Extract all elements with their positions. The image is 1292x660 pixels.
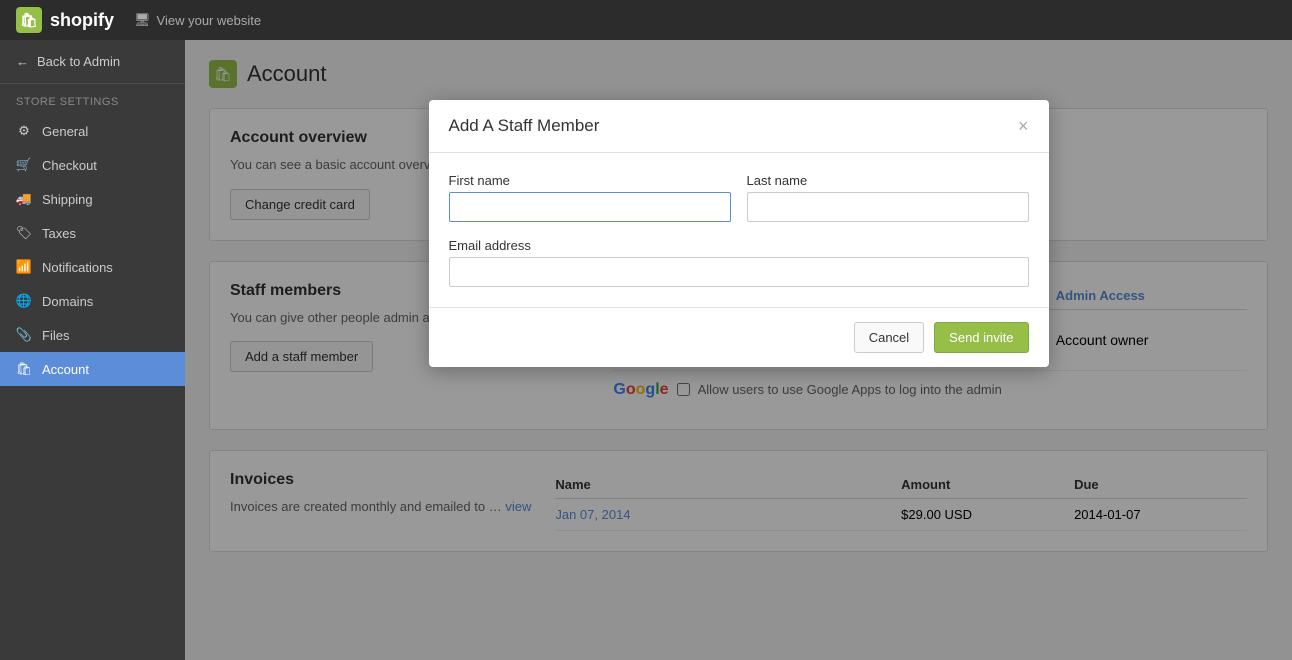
email-group: Email address — [449, 238, 1029, 287]
modal-header: Add A Staff Member × — [429, 100, 1049, 153]
last-name-group: Last name — [747, 173, 1029, 222]
store-settings-label: STORE SETTINGS — [0, 84, 185, 114]
first-name-label: First name — [449, 173, 731, 188]
shopify-bag-icon: 🛍 — [16, 7, 42, 33]
sidebar-item-label: Files — [42, 328, 69, 343]
gear-icon: ⚙ — [16, 123, 32, 139]
monitor-icon: 🖥 — [134, 12, 151, 28]
last-name-input[interactable] — [747, 192, 1029, 222]
paperclip-icon: 📎 — [16, 327, 32, 343]
globe-icon: 🌐 — [16, 293, 32, 309]
modal-overlay: Add A Staff Member × First name Last nam… — [185, 40, 1292, 660]
back-to-admin-link[interactable]: ← Back to Admin — [0, 40, 185, 84]
email-label: Email address — [449, 238, 1029, 253]
truck-icon: 🚚 — [16, 191, 32, 207]
brand-name: shopify — [50, 10, 114, 31]
sidebar-item-label: Shipping — [42, 192, 93, 207]
sidebar: ← Back to Admin STORE SETTINGS ⚙ General… — [0, 40, 185, 660]
main-layout: ← Back to Admin STORE SETTINGS ⚙ General… — [0, 40, 1292, 660]
sidebar-item-domains[interactable]: 🌐 Domains — [0, 284, 185, 318]
sidebar-item-taxes[interactable]: 🏷 Taxes — [0, 216, 185, 250]
sidebar-item-label: Checkout — [42, 158, 97, 173]
last-name-label: Last name — [747, 173, 1029, 188]
sidebar-item-general[interactable]: ⚙ General — [0, 114, 185, 148]
modal-footer: Cancel Send invite — [429, 307, 1049, 367]
view-website-label: View your website — [157, 13, 262, 28]
sidebar-item-files[interactable]: 📎 Files — [0, 318, 185, 352]
sidebar-item-label: Account — [42, 362, 89, 377]
sidebar-item-notifications[interactable]: 📶 Notifications — [0, 250, 185, 284]
sidebar-item-label: Taxes — [42, 226, 76, 241]
first-name-input[interactable] — [449, 192, 731, 222]
email-input[interactable] — [449, 257, 1029, 287]
sidebar-item-label: Notifications — [42, 260, 113, 275]
topbar: 🛍 shopify 🖥 View your website — [0, 0, 1292, 40]
tag-icon: 🏷 — [16, 225, 32, 241]
view-website-link[interactable]: 🖥 View your website — [134, 12, 261, 28]
sidebar-item-checkout[interactable]: 🛒 Checkout — [0, 148, 185, 182]
modal-body: First name Last name Email address — [429, 153, 1049, 307]
sidebar-item-label: Domains — [42, 294, 93, 309]
name-form-row: First name Last name — [449, 173, 1029, 222]
first-name-group: First name — [449, 173, 731, 222]
modal-close-button[interactable]: × — [1018, 117, 1029, 135]
sidebar-item-label: General — [42, 124, 88, 139]
wifi-icon: 📶 — [16, 259, 32, 275]
back-to-admin-label: Back to Admin — [37, 54, 120, 69]
account-bag-icon: 🛍 — [16, 361, 32, 377]
main-content: 🛍 Account Account overview You can see a… — [185, 40, 1292, 660]
cancel-button[interactable]: Cancel — [854, 322, 924, 353]
sidebar-item-account[interactable]: 🛍 Account — [0, 352, 185, 386]
back-arrow-icon: ← — [16, 54, 29, 69]
add-staff-modal: Add A Staff Member × First name Last nam… — [429, 100, 1049, 367]
send-invite-button[interactable]: Send invite — [934, 322, 1028, 353]
sidebar-item-shipping[interactable]: 🚚 Shipping — [0, 182, 185, 216]
cart-icon: 🛒 — [16, 157, 32, 173]
modal-title: Add A Staff Member — [449, 116, 600, 136]
brand-logo: 🛍 shopify — [16, 7, 114, 33]
